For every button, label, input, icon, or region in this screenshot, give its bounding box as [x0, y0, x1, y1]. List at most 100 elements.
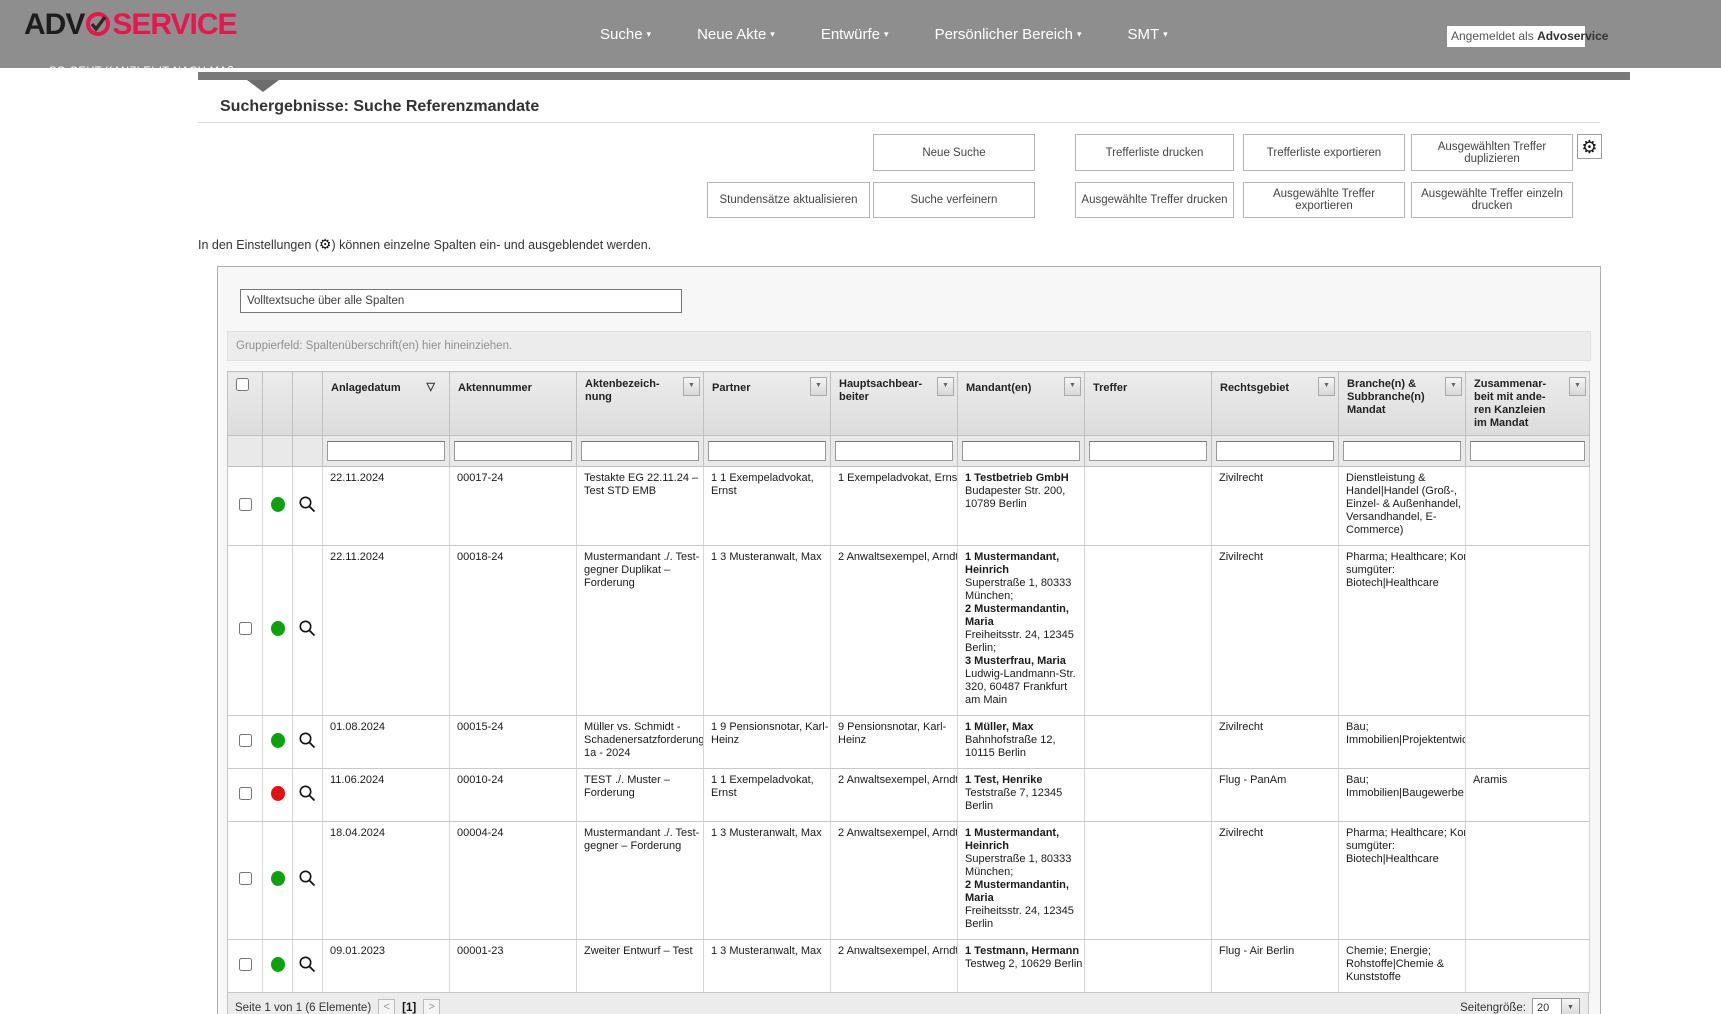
fulltext-search-input[interactable]: [240, 289, 682, 313]
select-all-checkbox[interactable]: [236, 378, 249, 391]
detail-search-icon[interactable]: [298, 955, 317, 974]
chevron-down-icon: ▾: [884, 29, 889, 39]
cell-anlagedatum: 22.11.2024: [323, 467, 450, 546]
filter-spacer-cell: [293, 436, 323, 467]
new-search-button[interactable]: Neue Suche: [873, 134, 1035, 171]
treffer-filter-input[interactable]: [1089, 441, 1207, 461]
detail-search-icon[interactable]: [298, 869, 317, 888]
settings-gear-button[interactable]: ⚙: [1577, 134, 1602, 159]
table-row: 22.11.202400017-24Testakte EG 22.11.24 –…: [228, 467, 1590, 546]
cell-zusammenarbeit: Aramis: [1466, 769, 1590, 822]
cell-mandanten: 1 Mustermandant, Heinrich Superstraße 1,…: [958, 546, 1085, 716]
refine-search-button[interactable]: Suche verfeinern: [873, 182, 1035, 218]
row-checkbox[interactable]: [239, 622, 252, 635]
rechtsgebiet-filter-input[interactable]: [1216, 441, 1334, 461]
column-header-aktenbezeichnung[interactable]: Aktenbezeich- nung ▼: [577, 372, 704, 436]
cell-rechtsgebiet: Zivilrecht: [1212, 546, 1339, 716]
column-filter-button[interactable]: ▼: [937, 377, 954, 396]
cell-anlagedatum: 22.11.2024: [323, 546, 450, 716]
menu-item-entwuerfe[interactable]: Entwürfe▾: [821, 26, 889, 43]
print-selected-button[interactable]: Ausgewählte Treffer drucken: [1075, 182, 1234, 218]
row-select-cell: [228, 822, 263, 940]
row-checkbox[interactable]: [239, 872, 252, 885]
row-status-cell: [263, 716, 293, 769]
cell-branche: Chemie; Energie; Rohstoffe|Chemie & Kuns…: [1339, 940, 1466, 993]
cell-treffer: [1085, 546, 1212, 716]
aktennummer-filter-input[interactable]: [454, 441, 572, 461]
cell-rechtsgebiet: Flug - Air Berlin: [1212, 940, 1339, 993]
menu-item-suche[interactable]: Suche▾: [600, 26, 651, 43]
cell-zusammenarbeit: [1466, 546, 1590, 716]
cell-treffer: [1085, 822, 1212, 940]
column-label: Branche(n) & Subbranche(n) Mandat: [1347, 378, 1425, 417]
filter-cell-aktenbezeichnung: [577, 436, 704, 467]
column-filter-button[interactable]: ▼: [1445, 377, 1462, 396]
column-filter-button[interactable]: ▼: [1318, 377, 1335, 396]
export-selected-button[interactable]: Ausgewählte Treffer exportieren: [1243, 182, 1405, 218]
row-checkbox[interactable]: [239, 498, 252, 511]
export-results-button[interactable]: Trefferliste exportieren: [1243, 134, 1405, 171]
column-header-mandanten[interactable]: Mandant(en)▼: [958, 372, 1085, 436]
gear-icon: ⚙: [319, 236, 332, 252]
previous-page-button[interactable]: <: [378, 999, 395, 1014]
table-row: 18.04.202400004-24Mustermandant ./. Test…: [228, 822, 1590, 940]
tab-pointer-icon: [247, 80, 279, 92]
row-checkbox[interactable]: [239, 958, 252, 971]
partner-filter-input[interactable]: [708, 441, 826, 461]
status-dot-green: [271, 871, 285, 886]
page-size-select[interactable]: 20 ▼: [1532, 998, 1580, 1014]
menu-item-smt[interactable]: SMT▾: [1128, 26, 1168, 43]
detail-search-icon[interactable]: [298, 784, 317, 803]
cell-partner: 1 3 Musteranwalt, Max: [704, 546, 831, 716]
column-header-partner[interactable]: Partner▼: [704, 372, 831, 436]
aktenbezeichnung-filter-input[interactable]: [581, 441, 699, 461]
column-header-branche[interactable]: Branche(n) & Subbranche(n) Mandat ▼: [1339, 372, 1466, 436]
duplicate-selected-button[interactable]: Ausgewählten Treffer duplizieren: [1411, 134, 1573, 171]
cell-hauptsachbearbeiter: 9 Pensionsnotar, Karl- Heinz: [831, 716, 958, 769]
row-select-cell: [228, 769, 263, 822]
cell-anlagedatum: 01.08.2024: [323, 716, 450, 769]
column-filter-button[interactable]: ▼: [1064, 377, 1081, 396]
menu-item-persoenlicher-bereich[interactable]: Persönlicher Bereich▾: [935, 26, 1082, 43]
detail-search-icon[interactable]: [298, 495, 317, 514]
status-dot-green: [271, 497, 285, 512]
column-label: Aktenbezeich- nung: [585, 378, 660, 404]
column-header-anlagedatum[interactable]: Anlagedatum▽: [323, 372, 450, 436]
header-detail-cell: [293, 372, 323, 436]
print-selected-individually-button[interactable]: Ausgewählte Treffer einzeln drucken: [1411, 182, 1573, 218]
cell-zusammenarbeit: [1466, 716, 1590, 769]
row-checkbox[interactable]: [239, 734, 252, 747]
detail-search-icon[interactable]: [298, 619, 317, 638]
current-page-number[interactable]: [1]: [402, 1002, 416, 1014]
cell-mandanten: 1 Müller, Max Bahnhofstraße 12, 10115 Be…: [958, 716, 1085, 769]
group-field-dropzone[interactable]: Gruppierfeld: Spaltenüberschrift(en) hie…: [227, 331, 1591, 361]
cell-zusammenarbeit: [1466, 940, 1590, 993]
results-table: Anlagedatum▽AktennummerAktenbezeich- nun…: [227, 371, 1590, 993]
cell-branche: Bau; Immobilien|Baugewerbe: [1339, 769, 1466, 822]
column-header-aktennummer[interactable]: Aktennummer: [450, 372, 577, 436]
column-filter-button[interactable]: ▼: [683, 377, 700, 396]
column-header-treffer[interactable]: Treffer: [1085, 372, 1212, 436]
detail-search-icon[interactable]: [298, 731, 317, 750]
print-results-button[interactable]: Trefferliste drucken: [1075, 134, 1234, 171]
cell-hauptsachbearbeiter: 2 Anwaltsexempel, Arndt: [831, 546, 958, 716]
mandanten-filter-input[interactable]: [962, 441, 1080, 461]
hauptsachbearbeiter-filter-input[interactable]: [835, 441, 953, 461]
row-checkbox[interactable]: [239, 787, 252, 800]
column-header-rechtsgebiet[interactable]: Rechtsgebiet▼: [1212, 372, 1339, 436]
branche-filter-input[interactable]: [1343, 441, 1461, 461]
update-hourly-rates-button[interactable]: Stundensätze aktualisieren: [707, 182, 870, 218]
zusammenarbeit-filter-input[interactable]: [1470, 441, 1585, 461]
menu-item-neue-akte[interactable]: Neue Akte▾: [697, 26, 775, 43]
column-header-zusammenarbeit[interactable]: Zusammenar- beit mit ande- ren Kanzleien…: [1466, 372, 1590, 436]
column-filter-button[interactable]: ▼: [1569, 377, 1586, 396]
next-page-button[interactable]: >: [423, 999, 440, 1014]
anlagedatum-filter-input[interactable]: [327, 441, 445, 461]
column-header-hauptsachbearbeiter[interactable]: Hauptsachbear- beiter▼: [831, 372, 958, 436]
cell-hauptsachbearbeiter: 2 Anwaltsexempel, Arndt: [831, 769, 958, 822]
row-detail-cell: [293, 467, 323, 546]
sort-descending-icon: ▽: [427, 380, 435, 393]
cell-branche: Bau; Immobilien|Projektentwicklu: [1339, 716, 1466, 769]
column-filter-button[interactable]: ▼: [810, 377, 827, 396]
cell-treffer: [1085, 467, 1212, 546]
